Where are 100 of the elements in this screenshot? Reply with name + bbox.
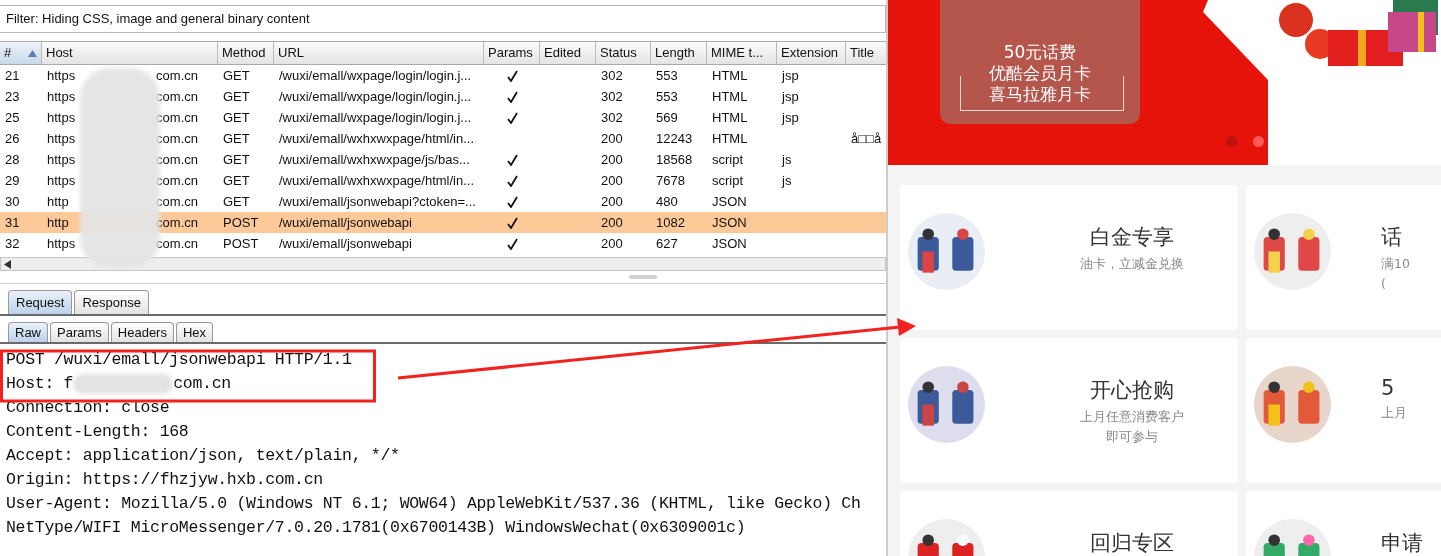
table-row[interactable]: 28 https com.cn GET /wuxi/emall/wxhxwxpage/js/bas... 200 18568 script js [0, 149, 886, 170]
prize-text: 优酷会员月卡 [988, 63, 1092, 84]
table-row[interactable]: 21 https com.cn GET /wuxi/emall/wxpage/login/login.j... 302 553 HTML jsp [0, 65, 886, 86]
tab[interactable]: Request [8, 290, 73, 314]
column-header[interactable]: Extension [777, 42, 846, 64]
table-cell-text: 31 [5, 214, 20, 232]
table-cell-text: 32 [5, 235, 20, 253]
offer-card[interactable]: 白金专享 油卡，立减金兑换 [900, 185, 1238, 330]
table-cell-text: 29 [5, 172, 20, 190]
table-cell-text: 569 [656, 109, 678, 127]
table-cell-text: https [47, 130, 76, 148]
table-row[interactable]: 23 https com.cn GET /wuxi/emall/wxpage/login/login.j... 302 553 HTML jsp [0, 86, 886, 107]
table-cell-text: 302 [601, 67, 623, 85]
tab[interactable]: Response [74, 290, 149, 314]
horizontal-scrollbar[interactable] [0, 257, 886, 271]
table-cell-text: /wuxi/emall/wxpage/login/login.j... [279, 109, 472, 127]
table-cell-text: HTML [712, 88, 748, 106]
column-header[interactable]: MIME t... [707, 42, 777, 64]
column-header[interactable]: Status [596, 42, 651, 64]
request-line: NetType/WIFI MicroMessenger/7.0.20.1781(0x6700143B) WindowsWechat(0x6309001c) [6, 517, 747, 539]
table-cell-text: https [47, 235, 76, 253]
table-cell-text: GET [223, 88, 250, 106]
table-cell-text: com.cn [156, 193, 198, 211]
table-row[interactable]: 30 http com.cn GET /wuxi/emall/jsonwebapi?ctoken=... 200 480 JSON [0, 191, 886, 212]
card-subtitle: ( [1381, 277, 1387, 291]
table-cell-text: GET [223, 193, 250, 211]
column-header[interactable]: URL [274, 42, 484, 64]
offer-card[interactable]: 回归专区 [900, 491, 1238, 556]
card-title: 申请 [1381, 530, 1424, 556]
carousel-dot[interactable] [1253, 136, 1264, 147]
offer-card[interactable]: 5 上月 [1246, 338, 1441, 483]
table-cell-text: com.cn [156, 151, 198, 169]
tab[interactable]: Hex [175, 322, 214, 342]
column-header[interactable]: Params [484, 42, 540, 64]
table-cell-text: http [47, 214, 69, 232]
tab[interactable]: Params [50, 322, 109, 342]
table-row[interactable]: 32 https com.cn POST /wuxi/emall/jsonwebapi 200 627 JSON [0, 233, 886, 254]
table-cell-text: 553 [656, 88, 678, 106]
column-header[interactable]: Method [218, 42, 274, 64]
table-cell-text: HTML [712, 109, 748, 127]
column-header[interactable]: # [0, 42, 42, 64]
table-cell-text: js [782, 172, 792, 190]
request-line: Host: f [6, 373, 74, 395]
table-cell-text: JSON [712, 214, 747, 232]
column-header[interactable]: Edited [540, 42, 596, 64]
offer-card[interactable]: 开心抢购 上月任意消费客户 即可参与 [900, 338, 1238, 483]
table-cell-text: JSON [712, 235, 747, 253]
table-row[interactable]: 26 https com.cn GET /wuxi/emall/wxhxwxpage/html/in... 200 12243 HTML å□□å [0, 128, 886, 149]
table-cell-text: 302 [601, 109, 623, 127]
table-cell-text: /wuxi/emall/wxpage/login/login.j... [279, 67, 472, 85]
card-title: 开心抢购 [1088, 377, 1175, 404]
offer-card[interactable]: 话 满10 ( [1246, 185, 1441, 330]
filter-bar[interactable]: Filter: Hiding CSS, image and general binary content [0, 5, 886, 33]
table-cell-text: GET [223, 151, 250, 169]
table-cell-text: https [47, 172, 76, 190]
scroll-left-icon[interactable] [4, 259, 12, 269]
table-cell-text: com.cn [156, 235, 198, 253]
table-cell-text: /wuxi/emall/wxhxwxpage/html/in... [279, 130, 475, 148]
table-row[interactable]: 31 http com.cn POST /wuxi/emall/jsonwebapi 200 1082 JSON [0, 212, 886, 233]
table-cell-text: script [712, 172, 744, 190]
tab[interactable]: Raw [8, 322, 48, 342]
table-cell-text: 200 [601, 235, 623, 253]
table-cell-text: https [47, 151, 76, 169]
table-cell-text: 200 [601, 172, 623, 190]
card-subtitle: 上月 [1381, 406, 1408, 420]
column-header[interactable]: Host [42, 42, 218, 64]
table-cell-text: com.cn [156, 214, 198, 232]
table-cell-text: å□□å [851, 130, 882, 148]
table-cell-text: jsp [782, 88, 799, 106]
table-cell-text: 28 [5, 151, 20, 169]
card-subtitle: 油卡，立减金兑换 [1078, 257, 1185, 271]
card-subtitle: 即可参与 [1104, 430, 1159, 444]
offer-card[interactable]: 申请 [1246, 491, 1441, 556]
table-cell-text: JSON [712, 193, 747, 211]
table-cell-text: HTML [712, 67, 748, 85]
tab[interactable]: Headers [110, 322, 174, 342]
splitter-handle[interactable] [629, 275, 657, 279]
card-title: 话 [1381, 224, 1403, 251]
request-line: Origin: https://fhzjyw.hxb.com.cn [6, 469, 324, 491]
table-cell-text: /wuxi/emall/jsonwebapi?ctoken=... [279, 193, 476, 211]
table-cell-text: 627 [656, 235, 678, 253]
table-cell-text: POST [223, 214, 259, 232]
carousel-dot[interactable] [1226, 136, 1237, 147]
table-cell-text: GET [223, 109, 250, 127]
table-row[interactable]: 29 https com.cn GET /wuxi/emall/wxhxwxpage/html/in... 200 7678 script js [0, 170, 886, 191]
prize-text: 喜马拉雅月卡 [988, 84, 1092, 105]
table-cell-text: com.cn [156, 130, 198, 148]
table-row[interactable]: 25 https com.cn GET /wuxi/emall/wxpage/login/login.j... 302 569 HTML jsp [0, 107, 886, 128]
card-subtitle: 满10 [1381, 257, 1411, 271]
table-cell-text: com.cn [156, 67, 198, 85]
table-cell-text: 25 [5, 109, 20, 127]
table-cell-text: 200 [601, 151, 623, 169]
card-title: 回归专区 [1088, 530, 1175, 556]
table-cell-text: GET [223, 67, 250, 85]
prize-text: 50元话费 [1002, 42, 1078, 63]
request-line: User-Agent: Mozilla/5.0 (Windows NT 6.1; WOW64) AppleWebKit/537.36 (KHTML, like Gecko) Ch [6, 493, 862, 515]
table-cell-text: com.cn [156, 172, 198, 190]
table-cell-text: com.cn [156, 109, 198, 127]
request-line: POST /wuxi/emall/jsonwebapi HTTP/1.1 [6, 349, 353, 371]
column-header[interactable]: Length [651, 42, 707, 64]
